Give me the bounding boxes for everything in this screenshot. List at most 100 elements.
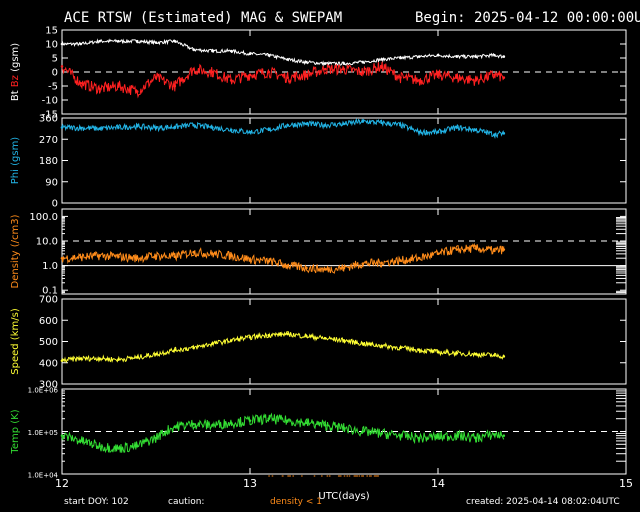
ytick-label-phi: 180	[39, 156, 58, 167]
data-point-speed	[399, 346, 402, 350]
data-point-bz	[135, 90, 139, 93]
data-point-bt	[361, 60, 365, 64]
data-point-speed	[502, 355, 506, 358]
data-point-bz	[342, 67, 346, 71]
data-point-bz	[305, 73, 308, 77]
series-line-density	[61, 242, 505, 275]
y-axis-label-bt-bz: Bt Bz (gsm)	[10, 43, 21, 101]
data-point-bz	[502, 76, 506, 79]
data-point-temp	[154, 436, 158, 440]
y-axis-label-part: Bt	[10, 90, 21, 101]
data-point-bz	[192, 67, 195, 71]
data-point-density	[436, 252, 440, 256]
data-point-temp	[436, 435, 440, 439]
data-point-bz	[60, 65, 64, 68]
ytick-label-phi: 360	[39, 114, 58, 125]
y-axis-label-density: Density (/cm3)	[10, 214, 21, 288]
data-point-bz	[154, 76, 158, 79]
data-point-phi	[380, 121, 383, 125]
data-point-bt	[173, 39, 177, 43]
data-point-bz	[380, 65, 383, 68]
y-axis-label-phi: Phi (gsm)	[10, 137, 21, 185]
data-point-speed	[173, 348, 177, 352]
ytick-label-temp: 1.0E+05	[28, 429, 58, 437]
data-point-speed	[286, 332, 289, 336]
data-point-temp	[135, 444, 139, 448]
data-point-speed	[192, 346, 195, 350]
series-line-bz	[61, 61, 505, 99]
data-point-temp	[417, 436, 421, 440]
ytick-label-density: 10.0	[36, 236, 58, 247]
data-point-bz	[399, 76, 402, 79]
data-point-temp	[474, 436, 477, 440]
data-point-speed	[436, 350, 440, 354]
panel-frame-bt-bz	[61, 29, 627, 115]
data-point-density	[305, 266, 308, 270]
data-point-temp	[455, 434, 459, 437]
data-point-bt	[248, 52, 252, 56]
data-point-density	[361, 262, 365, 265]
data-point-bz	[267, 70, 271, 74]
x-axis-label: UTC(days)	[318, 491, 369, 502]
data-point-bt	[502, 55, 506, 58]
data-point-density	[211, 252, 214, 256]
data-point-density	[248, 258, 252, 261]
data-point-phi	[455, 126, 459, 129]
data-point-speed	[135, 356, 139, 359]
data-point-density	[286, 264, 289, 267]
ytick-label-speed: 600	[39, 316, 58, 327]
xtick-label: 14	[431, 477, 445, 490]
data-point-bt	[229, 49, 233, 53]
data-point-phi	[474, 128, 477, 132]
data-point-density	[154, 254, 158, 258]
data-point-phi	[286, 123, 289, 127]
data-point-bz	[323, 67, 327, 71]
data-point-speed	[211, 342, 214, 345]
data-point-bz	[455, 76, 459, 79]
data-point-speed	[248, 335, 252, 339]
ytick-label-phi: 90	[45, 177, 58, 188]
data-point-bt	[267, 53, 271, 57]
data-point-temp	[211, 423, 214, 427]
data-point-density	[98, 254, 101, 258]
data-point-phi	[361, 120, 365, 123]
ytick-label-speed: 700	[39, 295, 58, 306]
data-point-speed	[79, 357, 83, 360]
data-point-phi	[192, 123, 195, 127]
ytick-label-bt-bz: 5	[52, 54, 58, 65]
data-point-phi	[267, 128, 271, 132]
data-point-bz	[436, 73, 440, 77]
data-point-phi	[436, 130, 440, 134]
start-doy: start DOY: 102	[64, 497, 129, 507]
created-time: created: 2025-04-14 08:02:04UTC	[466, 497, 620, 507]
ytick-label-bt-bz: -10	[42, 96, 58, 107]
data-point-bt	[399, 56, 402, 60]
data-point-density	[399, 259, 402, 262]
data-point-temp	[192, 422, 195, 426]
data-point-density	[502, 248, 506, 251]
data-point-density	[474, 247, 477, 250]
data-point-bz	[417, 79, 421, 82]
data-point-bz	[79, 81, 83, 85]
data-point-temp	[361, 430, 365, 433]
data-point-bz	[117, 84, 120, 88]
data-point-temp	[173, 425, 177, 428]
data-point-speed	[98, 357, 101, 360]
y-axis-label-temp: Temp (K)	[10, 409, 21, 454]
data-point-bt	[493, 53, 496, 57]
data-point-speed	[267, 333, 271, 337]
data-point-bt	[98, 39, 101, 43]
data-point-density	[60, 256, 64, 260]
data-point-phi	[229, 128, 233, 132]
data-point-density	[493, 249, 496, 253]
data-point-speed	[154, 352, 158, 356]
data-point-bz	[493, 73, 496, 77]
panel-frame-phi	[61, 117, 627, 204]
data-point-speed	[474, 352, 477, 356]
data-point-temp	[248, 419, 252, 422]
data-point-phi	[248, 130, 252, 134]
data-point-phi	[493, 133, 496, 136]
data-point-bz	[248, 73, 252, 77]
data-point-bt	[342, 62, 346, 65]
data-point-phi	[502, 132, 506, 135]
